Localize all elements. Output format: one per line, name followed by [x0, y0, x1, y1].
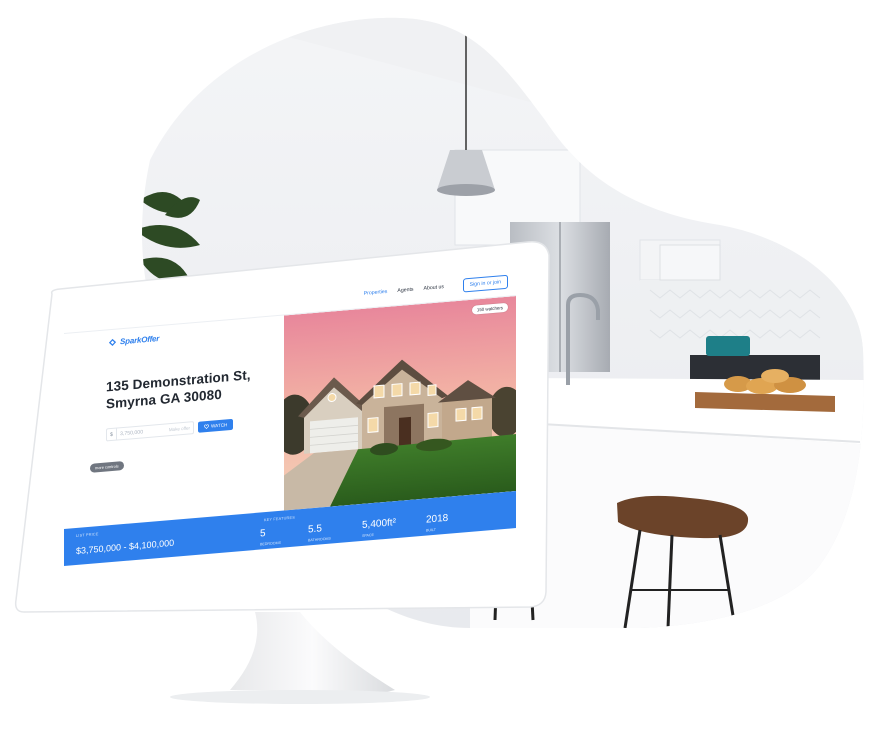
bathrooms-value: 5.5: [308, 523, 322, 536]
space-label: Space: [362, 532, 374, 538]
bathrooms-label: Bathrooms: [308, 536, 331, 543]
spark-logo-icon: [108, 338, 117, 347]
monitor-screen: Properties Agents About us Sign in or jo…: [64, 262, 516, 566]
watch-button[interactable]: WATCH: [198, 418, 234, 433]
signin-button[interactable]: Sign in or join: [462, 274, 508, 293]
house-illustration: [284, 296, 516, 511]
price-stat: List price $3,750,000 - $4,100,000: [76, 526, 174, 556]
nav-link-properties[interactable]: Properties: [364, 289, 388, 297]
heart-icon: [204, 424, 209, 429]
bathrooms-stat: 5.5 Bathrooms: [308, 520, 331, 543]
offer-placeholder: 3,750,000: [120, 428, 144, 437]
nav-link-agents[interactable]: Agents: [397, 287, 413, 294]
price-range: $3,750,000 - $4,100,000: [76, 537, 175, 556]
brand-logo[interactable]: SparkOffer: [108, 334, 159, 347]
space-stat: 5,400ft² Space: [362, 514, 396, 538]
nav-link-about[interactable]: About us: [424, 284, 444, 292]
offer-row: $ 3,750,000 Make offer WATCH: [106, 418, 234, 442]
built-value: 2018: [426, 512, 449, 526]
features-label: Key features: [264, 515, 295, 523]
offer-input[interactable]: $ 3,750,000 Make offer: [106, 421, 194, 442]
nav-links: Properties Agents About us: [364, 284, 444, 297]
currency-symbol: $: [107, 428, 117, 441]
watch-label: WATCH: [211, 422, 228, 429]
price-label: List price: [76, 532, 99, 538]
bedrooms-label: Bedrooms: [260, 540, 281, 547]
bedrooms-stat: 5 Bedrooms: [260, 524, 281, 547]
brand-name: SparkOffer: [120, 334, 160, 347]
more-controls-pill[interactable]: more controls: [90, 460, 124, 473]
house-photo: 150 watchers: [284, 296, 516, 511]
property-page: Properties Agents About us Sign in or jo…: [64, 262, 516, 566]
space-value: 5,400ft²: [362, 517, 396, 531]
built-label: Built: [426, 527, 436, 533]
built-stat: 2018 Built: [426, 510, 448, 533]
bedrooms-value: 5: [260, 528, 266, 540]
features-label-wrap: Key features: [264, 516, 295, 523]
offer-hint: Make offer: [168, 425, 190, 433]
property-address: 135 Demonstration St, Smyrna GA 30080: [106, 366, 251, 412]
